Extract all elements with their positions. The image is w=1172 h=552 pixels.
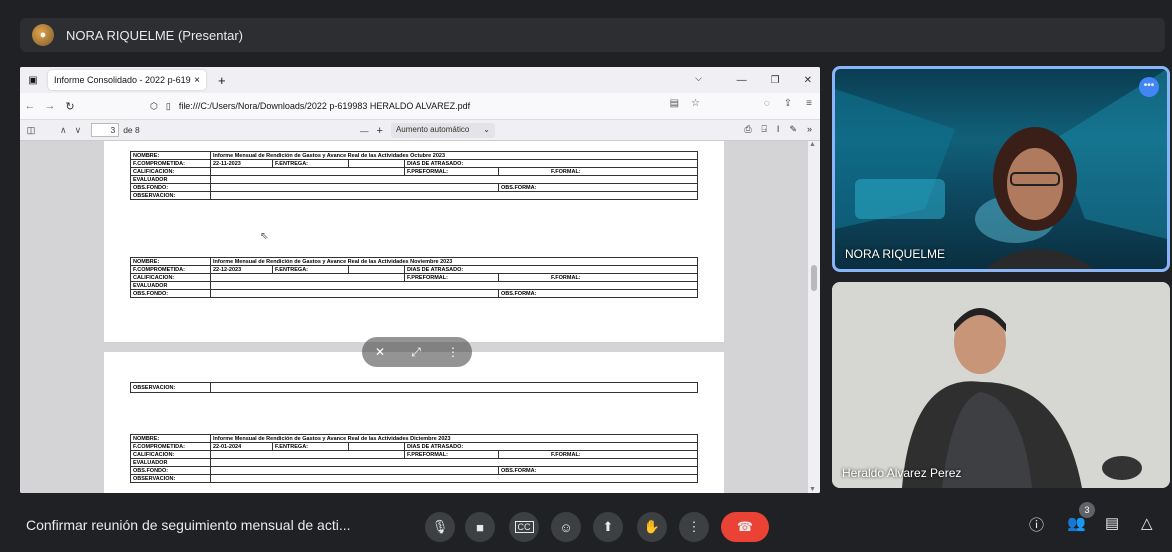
reactions-button[interactable]: ☺ [551, 512, 581, 542]
mouse-cursor-icon: ⇖ [260, 231, 269, 242]
reload-icon[interactable]: ↻ [60, 100, 80, 113]
report-form-november: NOMBRE: Informe Mensual de Rendición de … [130, 257, 698, 298]
captions-button[interactable]: CC [509, 512, 539, 542]
forward-icon[interactable]: → [40, 100, 60, 112]
presenter-name: NORA RIQUELME (Presentar) [66, 27, 243, 43]
new-tab-button[interactable]: + [218, 73, 226, 88]
browser-toolbar-right: ◌ ⇪ ≡ [764, 98, 812, 109]
scroll-up-icon[interactable]: ▲ [809, 141, 816, 148]
shared-browser-window: ▣ Informe Consolidado - 2022 p-619 × + ⌵… [20, 67, 820, 493]
camera-icon: ■ [476, 519, 484, 535]
observation-row: OBSERVACION: [130, 382, 698, 393]
pocket-icon[interactable]: ◌ [764, 98, 770, 109]
pdf-page: NOMBRE: Informe Mensual de Rendición de … [104, 141, 724, 342]
zoom-controls: — + Aumento automático ⌄ [360, 123, 495, 138]
presenter-overlay-controls: ✕ ⤢ ⋮ [362, 337, 472, 367]
url-actions: ▤ ☆ [670, 98, 700, 109]
window-controls: — ❐ ✕ [737, 67, 812, 93]
next-page-icon[interactable]: ∨ [75, 125, 82, 136]
pdf-page: OBSERVACION: NOMBRE: Informe Mensual de … [104, 352, 724, 493]
pdf-viewer[interactable]: NOMBRE: Informe Mensual de Rendición de … [20, 141, 820, 493]
more-vert-icon: ⋮ [687, 519, 701, 534]
pdf-tools: ⎙ ⍈ I ✎ » [744, 124, 812, 135]
present-button[interactable]: ⬆ [593, 512, 623, 542]
more-options-button[interactable]: ⋮ [679, 512, 709, 542]
presenter-avatar: ● [32, 24, 54, 46]
bookmark-star-icon[interactable]: ☆ [691, 98, 700, 109]
nav-bar: ← → ↻ ⬡ ▯ file:///C:/Users/Nora/Download… [20, 93, 820, 119]
pdf-toolbar: ◫ ∧ ∨ 3 de 8 — + Aumento automático ⌄ ⎙ … [20, 119, 820, 141]
close-icon[interactable]: ✕ [804, 75, 812, 86]
tab-bar: ▣ Informe Consolidado - 2022 p-619 × + ⌵… [20, 67, 820, 93]
previous-page-icon[interactable]: ∧ [60, 125, 67, 136]
pdf-scrollbar[interactable]: ▲ ▼ [808, 141, 820, 493]
tab-list-icon[interactable]: ▣ [24, 75, 42, 86]
meeting-title: Confirmar reunión de seguimiento mensual… [26, 517, 351, 533]
scroll-thumb[interactable] [811, 265, 817, 291]
video-feed-nora [835, 69, 1167, 269]
print-icon[interactable]: ⎙ [744, 124, 751, 135]
call-controls-bar: Confirmar reunión de seguimiento mensual… [0, 500, 1172, 552]
microphone-button[interactable]: 🎙 [425, 512, 455, 542]
participant-tile-heraldo[interactable]: Heraldo Alvarez Perez [832, 282, 1170, 488]
present-screen-icon: ⬆ [602, 519, 614, 534]
microphone-icon: 🎙 [431, 519, 449, 534]
participant-name-nora: NORA RIQUELME [845, 247, 946, 261]
shield-icon: ⬡ [150, 100, 158, 111]
extensions-icon[interactable]: ⇪ [784, 98, 792, 109]
fullscreen-icon[interactable]: ⤢ [411, 345, 421, 360]
tab-title: Informe Consolidado - 2022 p-619 [54, 75, 191, 85]
text-cursor-icon[interactable]: I [777, 124, 780, 135]
participant-tile-nora[interactable]: ••• NORA RIQUELME [832, 66, 1170, 272]
restore-icon[interactable]: ❐ [771, 75, 780, 86]
draw-icon[interactable]: ✎ [789, 124, 797, 135]
sidebar-toggle-icon[interactable]: ◫ [20, 125, 42, 136]
more-options-icon[interactable]: ••• [1139, 77, 1159, 97]
participant-name-heraldo: Heraldo Alvarez Perez [842, 466, 962, 480]
report-form-december: NOMBRE: Informe Mensual de Rendición de … [130, 434, 698, 483]
page-count: de 8 [123, 125, 140, 135]
url-text: file:///C:/Users/Nora/Downloads/2022 p-6… [178, 101, 471, 111]
back-icon[interactable]: ← [20, 100, 40, 112]
report-form-october: NOMBRE: Informe Mensual de Rendición de … [130, 151, 698, 200]
page-arrows: ∧ ∨ [60, 125, 81, 136]
zoom-value: Aumento automático [395, 125, 470, 134]
zoom-select[interactable]: Aumento automático ⌄ [390, 123, 495, 138]
people-count-badge: 3 [1079, 502, 1095, 518]
chat-icon[interactable]: ▤ [1105, 514, 1119, 532]
zoom-in-button[interactable]: + [377, 125, 383, 137]
page-number-input[interactable]: 3 [91, 123, 120, 137]
hang-up-icon: ☎ [736, 519, 754, 534]
captions-icon: CC [514, 521, 534, 533]
chevron-down-icon: ⌄ [483, 125, 490, 134]
more-tools-icon[interactable]: » [807, 124, 812, 135]
raise-hand-button[interactable]: ✋ [637, 512, 667, 542]
emoji-icon: ☺ [559, 519, 573, 535]
hand-icon: ✋ [643, 519, 661, 534]
minimize-icon[interactable]: — [737, 75, 747, 86]
more-options-icon[interactable]: ⋮ [447, 345, 459, 359]
reader-view-icon[interactable]: ▤ [670, 98, 679, 109]
activities-icon[interactable]: △ [1141, 514, 1153, 532]
meeting-details-icon[interactable]: ⓘ [1029, 514, 1044, 535]
leave-call-button[interactable]: ☎ [721, 512, 769, 542]
file-icon: ▯ [165, 100, 171, 111]
menu-icon[interactable]: ≡ [806, 98, 812, 109]
video-feed-heraldo [832, 282, 1170, 488]
pin-off-icon[interactable]: ✕ [375, 345, 385, 359]
browser-tab[interactable]: Informe Consolidado - 2022 p-619 × [48, 70, 206, 90]
save-icon[interactable]: ⍈ [762, 124, 767, 135]
zoom-out-button[interactable]: — [360, 126, 369, 136]
camera-button[interactable]: ■ [465, 512, 495, 542]
tab-close-icon[interactable]: × [194, 75, 200, 86]
presenter-bar: ● NORA RIQUELME (Presentar) [20, 18, 1165, 52]
chevron-down-icon[interactable]: ⌵ [695, 73, 702, 84]
scroll-down-icon[interactable]: ▼ [809, 486, 816, 493]
url-bar[interactable]: ⬡ ▯ file:///C:/Users/Nora/Downloads/2022… [150, 96, 690, 116]
meet-window: ● NORA RIQUELME (Presentar) ▣ Informe Co… [0, 0, 1172, 552]
